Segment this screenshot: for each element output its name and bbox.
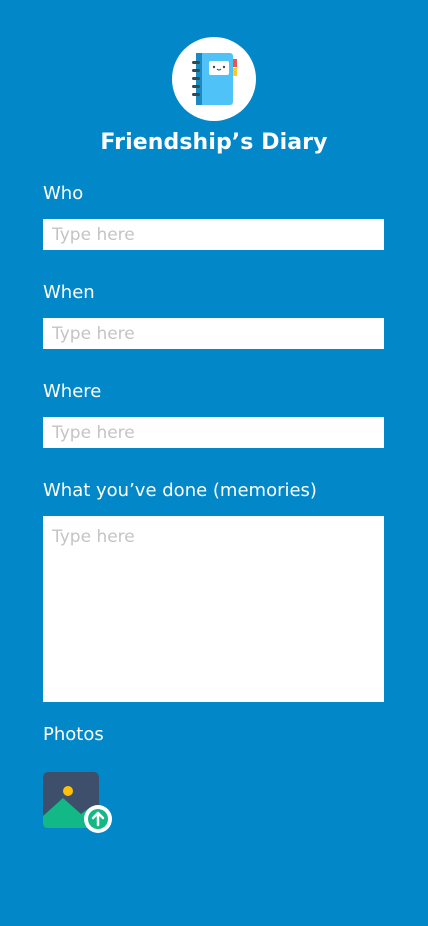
photos-label: Photos bbox=[43, 724, 104, 745]
where-label: Where bbox=[43, 381, 102, 402]
memories-label: What you’ve done (memories) bbox=[43, 480, 317, 501]
who-input[interactable] bbox=[43, 219, 384, 250]
photo-upload-button[interactable] bbox=[43, 772, 113, 834]
who-label: Who bbox=[43, 183, 84, 204]
page-title: Friendship’s Diary bbox=[100, 130, 328, 155]
app-logo bbox=[172, 37, 256, 121]
when-input[interactable] bbox=[43, 318, 384, 349]
where-input[interactable] bbox=[43, 417, 384, 448]
when-label: When bbox=[43, 282, 95, 303]
notebook-icon bbox=[192, 53, 237, 105]
image-upload-icon bbox=[43, 772, 112, 833]
memories-textarea[interactable] bbox=[43, 516, 384, 702]
